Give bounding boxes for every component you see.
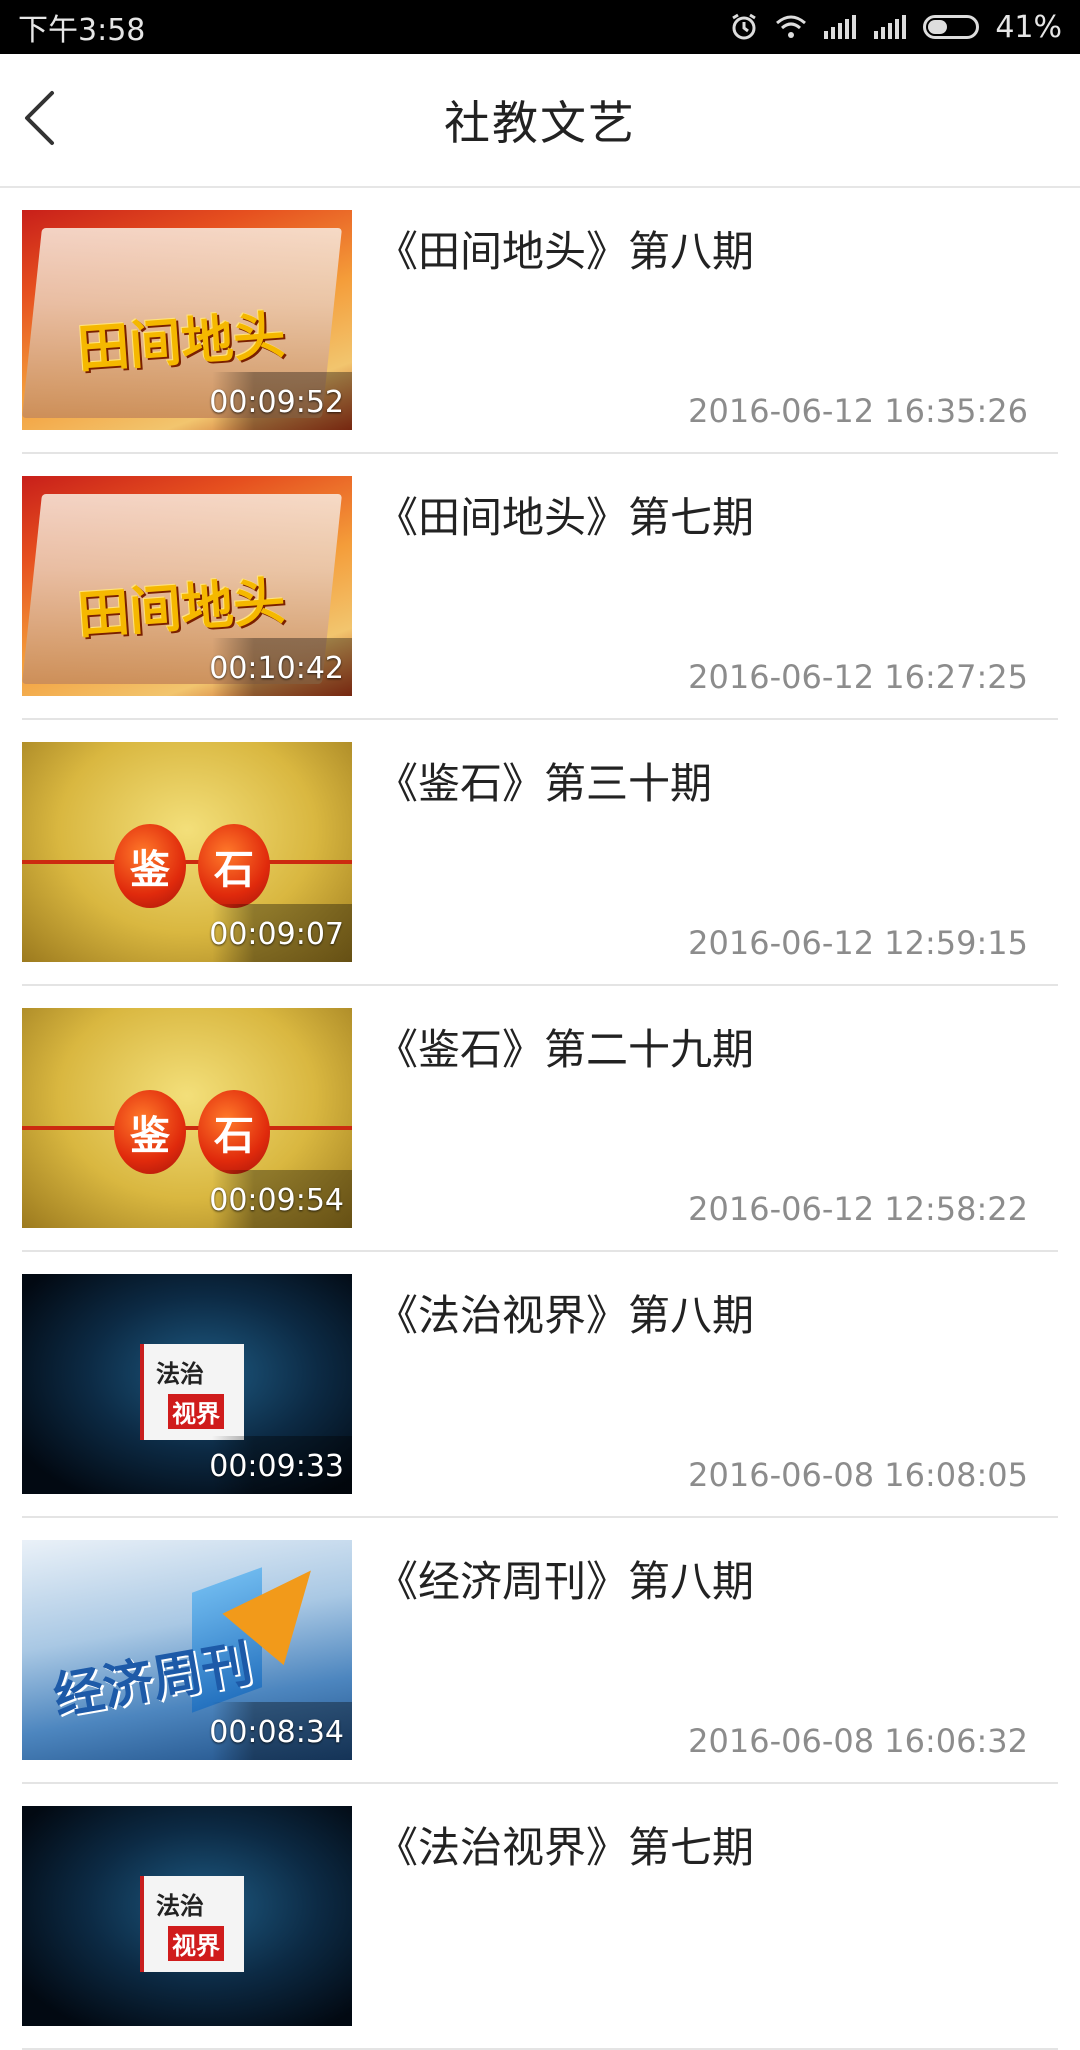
status-bar: 下午3:58 41% (0, 0, 1080, 54)
app-bar: 社教文艺 (0, 54, 1080, 188)
video-thumbnail[interactable]: 法治 视界 (22, 1806, 352, 2026)
video-date: 2016-06-12 12:59:15 (688, 924, 1028, 962)
battery-percent: 41% (995, 9, 1062, 45)
video-title: 《法治视界》第七期 (376, 1823, 755, 1872)
video-date: 2016-06-08 16:06:32 (688, 1722, 1028, 1760)
video-title: 《经济周刊》第八期 (376, 1557, 755, 1606)
list-item[interactable]: 经济周刊 00:08:34 《经济周刊》第八期 2016-06-08 16:06… (22, 1518, 1058, 1784)
video-list: 田间地头 00:09:52 《田间地头》第八期 2016-06-12 16:35… (0, 188, 1080, 2050)
signal-icon (823, 15, 857, 39)
video-duration: 00:09:33 (209, 1449, 344, 1484)
video-duration: 00:09:52 (209, 385, 344, 420)
video-title: 《法治视界》第八期 (376, 1291, 755, 1340)
video-thumbnail[interactable]: 田间地头 00:09:52 (22, 210, 352, 430)
video-thumbnail[interactable]: 田间地头 00:10:42 (22, 476, 352, 696)
video-thumbnail[interactable]: 法治 视界 00:09:33 (22, 1274, 352, 1494)
thumbnail-logo-text: 视界 (168, 1394, 224, 1429)
video-title: 《田间地头》第七期 (376, 493, 755, 542)
battery-icon (923, 15, 980, 39)
video-duration: 00:08:34 (209, 1715, 344, 1750)
thumbnail-logo-text: 法治 (156, 1360, 204, 1388)
thumbnail-logo-text: 鉴 (114, 824, 186, 908)
back-button[interactable] (22, 54, 92, 186)
video-thumbnail[interactable]: 经济周刊 00:08:34 (22, 1540, 352, 1760)
video-title: 《田间地头》第八期 (376, 227, 755, 276)
video-thumbnail[interactable]: 鉴 石 00:09:54 (22, 1008, 352, 1228)
thumbnail-logo-text: 鉴 (114, 1090, 186, 1174)
video-duration: 00:10:42 (209, 651, 344, 686)
list-item[interactable]: 鉴 石 00:09:54 《鉴石》第二十九期 2016-06-12 12:58:… (22, 986, 1058, 1252)
thumbnail-art: 法治 视界 (140, 1876, 244, 1972)
chevron-left-icon (22, 90, 56, 150)
video-date: 2016-06-12 16:35:26 (688, 392, 1028, 430)
thumbnail-logo-text: 视界 (168, 1926, 224, 1961)
thumbnail-art (22, 860, 352, 864)
video-date: 2016-06-12 16:27:25 (688, 658, 1028, 696)
video-duration: 00:09:54 (209, 1183, 344, 1218)
list-item[interactable]: 法治 视界 00:09:33 《法治视界》第八期 2016-06-08 16:0… (22, 1252, 1058, 1518)
thumbnail-logo-text: 田间地头 (75, 570, 288, 647)
list-item[interactable]: 鉴 石 00:09:07 《鉴石》第三十期 2016-06-12 12:59:1… (22, 720, 1058, 986)
video-date: 2016-06-12 12:58:22 (688, 1190, 1028, 1228)
list-item[interactable]: 法治 视界 《法治视界》第七期 (22, 1784, 1058, 2050)
video-date: 2016-06-08 16:08:05 (688, 1456, 1028, 1494)
thumbnail-logo-text: 石 (198, 824, 270, 908)
thumbnail-logo-text: 法治 (156, 1892, 204, 1920)
list-item[interactable]: 田间地头 00:10:42 《田间地头》第七期 2016-06-12 16:27… (22, 454, 1058, 720)
page-title: 社教文艺 (444, 96, 636, 150)
thumbnail-logo-text: 石 (198, 1090, 270, 1174)
wifi-icon (775, 14, 807, 40)
video-title: 《鉴石》第三十期 (376, 759, 713, 808)
video-duration: 00:09:07 (209, 917, 344, 952)
thumbnail-logo-text: 田间地头 (75, 304, 288, 381)
signal-icon (873, 15, 907, 39)
status-time: 下午3:58 (18, 13, 146, 48)
thumbnail-art (22, 1126, 352, 1130)
video-title: 《鉴石》第二十九期 (376, 1025, 755, 1074)
list-item[interactable]: 田间地头 00:09:52 《田间地头》第八期 2016-06-12 16:35… (22, 188, 1058, 454)
thumbnail-art: 法治 视界 (140, 1344, 244, 1440)
video-thumbnail[interactable]: 鉴 石 00:09:07 (22, 742, 352, 962)
status-icons: 41% (729, 10, 1062, 45)
alarm-icon (729, 12, 759, 42)
